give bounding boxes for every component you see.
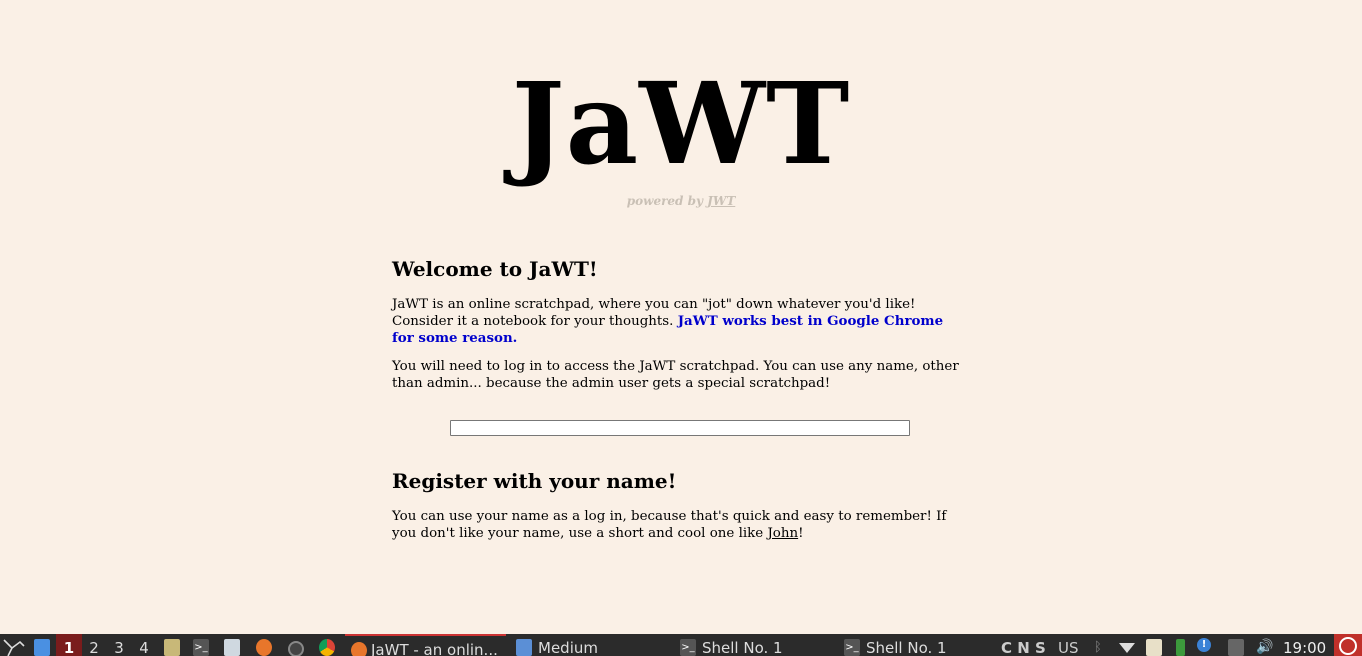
bluetooth-button[interactable]: ᛒ <box>1092 634 1110 656</box>
workspace-1[interactable]: 1 <box>56 634 82 656</box>
network-button[interactable] <box>1117 634 1137 656</box>
power-button[interactable] <box>1334 634 1362 656</box>
folder-icon <box>516 639 532 656</box>
clipboard-icon <box>1146 639 1162 656</box>
info-icon: ! <box>1197 638 1211 652</box>
register-heading: Register with your name! <box>392 469 677 493</box>
terminal-launcher[interactable]: >_ <box>191 634 213 656</box>
register-paragraph: You can use your name as a log in, becau… <box>392 508 964 542</box>
file-manager-launcher[interactable] <box>161 634 183 656</box>
start-menu-icon <box>3 639 25 656</box>
volume-icon: 🔊 <box>1256 639 1274 655</box>
workspace-2[interactable]: 2 <box>82 634 106 656</box>
firefox-icon <box>351 642 367 656</box>
editor-launcher[interactable] <box>222 634 244 656</box>
battery-icon <box>1176 639 1185 656</box>
chrome-launcher[interactable] <box>316 634 338 656</box>
login-note: You will need to log in to access the Ja… <box>392 359 959 391</box>
site-title: JaWT <box>511 59 851 190</box>
clipboard-button[interactable] <box>1144 634 1164 656</box>
welcome-heading: Welcome to JaWT! <box>392 257 598 281</box>
power-icon <box>1339 637 1357 655</box>
wifi-icon <box>1119 643 1135 653</box>
battery-button[interactable] <box>1173 634 1189 656</box>
task-firefox-jawt[interactable]: JaWT - an onlin... <box>345 634 506 656</box>
welcome-section: Welcome to JaWT! JaWT is an online scrat… <box>392 256 964 392</box>
login-name-input[interactable] <box>450 420 910 436</box>
task-label: Medium <box>538 639 598 656</box>
register-section: Register with your name! You can use you… <box>392 468 964 542</box>
chrome-icon <box>319 639 335 656</box>
gear-icon <box>288 641 304 656</box>
workspace-4[interactable]: 4 <box>132 634 156 656</box>
volume-button[interactable]: 🔊 <box>1254 634 1274 656</box>
task-label: Shell No. 1 <box>702 639 783 656</box>
jwt-link[interactable]: JWT <box>707 194 735 208</box>
eject-button[interactable] <box>1226 634 1246 656</box>
start-menu-button[interactable] <box>0 634 28 656</box>
intro-paragraph: JaWT is an online scratchpad, where you … <box>392 296 964 347</box>
bluetooth-icon: ᛒ <box>1094 640 1102 655</box>
firefox-icon <box>256 639 272 656</box>
task-shell-1[interactable]: >_ Shell No. 1 <box>676 634 842 656</box>
task-label: JaWT - an onlin... <box>371 641 498 656</box>
powered-by: powered by JWT <box>0 194 1362 208</box>
terminal-icon: >_ <box>193 639 209 656</box>
show-desktop-button[interactable] <box>31 634 55 656</box>
settings-launcher[interactable] <box>285 634 307 656</box>
register-text: You can use your name as a log in, becau… <box>392 509 947 541</box>
register-text-end: ! <box>798 526 804 541</box>
task-shell-2[interactable]: >_ Shell No. 1 <box>840 634 1006 656</box>
feather-icon <box>224 639 240 656</box>
task-label: Shell No. 1 <box>866 639 947 656</box>
clock[interactable]: 19:00 <box>1283 634 1333 656</box>
task-medium-folder[interactable]: Medium <box>512 634 678 656</box>
files-icon <box>164 639 180 656</box>
notifications-button[interactable]: ! <box>1196 634 1214 656</box>
powered-by-text: powered by <box>626 194 708 208</box>
firefox-launcher[interactable] <box>253 634 275 656</box>
example-name-link[interactable]: John <box>767 526 798 541</box>
lock-indicators: C N S <box>1001 639 1046 656</box>
browser-page: JaWT powered by JWT Welcome to JaWT! JaW… <box>0 0 1362 634</box>
terminal-icon: >_ <box>680 639 696 656</box>
workspace-3[interactable]: 3 <box>107 634 131 656</box>
keyboard-layout[interactable]: US <box>1058 634 1084 656</box>
desktop-icon <box>34 639 50 656</box>
taskbar: 1 2 3 4 >_ JaWT - an onlin... Medium >_ … <box>0 634 1362 656</box>
terminal-icon: >_ <box>844 639 860 656</box>
eject-icon <box>1228 639 1244 656</box>
